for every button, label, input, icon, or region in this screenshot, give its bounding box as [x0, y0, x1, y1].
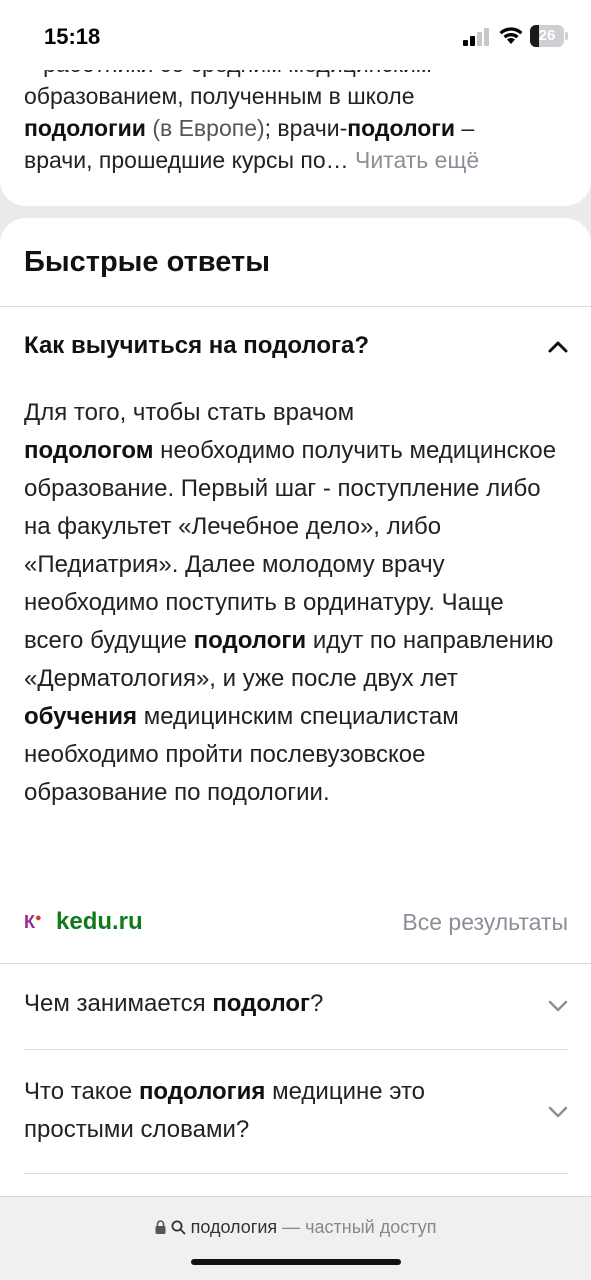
snippet-line-3: врачи, прошедшие курсы по… Читать ещё [24, 147, 480, 173]
source-link[interactable]: kedu.ru [56, 908, 143, 936]
address-suffix: — частный доступ [282, 1217, 437, 1237]
home-indicator[interactable] [191, 1259, 401, 1265]
status-bar: 15:18 26 [0, 0, 591, 70]
battery-icon: 26 [530, 25, 568, 47]
divider [24, 1173, 568, 1174]
wifi-icon [499, 27, 523, 44]
answer-text: Для того, чтобы стать врачом подологом не… [24, 399, 557, 806]
status-time: 15:18 [44, 24, 101, 49]
open-question-title[interactable]: Как выучиться на подолога? [24, 332, 544, 360]
question-item[interactable]: Чем занимается подолог? [24, 985, 504, 1023]
search-icon [171, 1220, 185, 1235]
chevron-up-icon[interactable] [546, 336, 570, 356]
answer-source-row: К● kedu.ru Все результаты [24, 908, 568, 938]
address-text[interactable]: подология — частный доступ [0, 1217, 591, 1238]
chevron-down-icon[interactable] [546, 1102, 570, 1122]
section-title: Быстрые ответы [24, 246, 270, 278]
address-query: подология [190, 1217, 278, 1237]
snippet-line-1: образованием, полученным в школе [24, 83, 415, 109]
read-more-link[interactable]: Читать ещё [355, 147, 479, 173]
divider [0, 963, 591, 964]
snippet-text: – работники со средним медицинским образ… [24, 70, 564, 176]
snippet-line-2: подологии (в Европе); врачи-подологи – [24, 115, 475, 141]
question-item[interactable]: Что такое подология медицине это простым… [24, 1073, 504, 1149]
lock-icon [155, 1220, 166, 1234]
quick-answers-card: Быстрые ответы Как выучиться на подолога… [0, 218, 591, 1208]
signal-icon [463, 28, 489, 46]
battery-percent: 26 [538, 27, 556, 44]
chevron-down-icon[interactable] [546, 996, 570, 1016]
address-bar[interactable]: подология — частный доступ [0, 1196, 591, 1280]
divider [0, 306, 591, 307]
kedu-logo: К● [24, 912, 42, 932]
divider [24, 1049, 568, 1050]
all-results-link[interactable]: Все результаты [402, 909, 568, 936]
snippet-line-0: – работники со средним медицинским [24, 70, 564, 80]
search-snippet-card: – работники со средним медицинским образ… [0, 70, 591, 206]
